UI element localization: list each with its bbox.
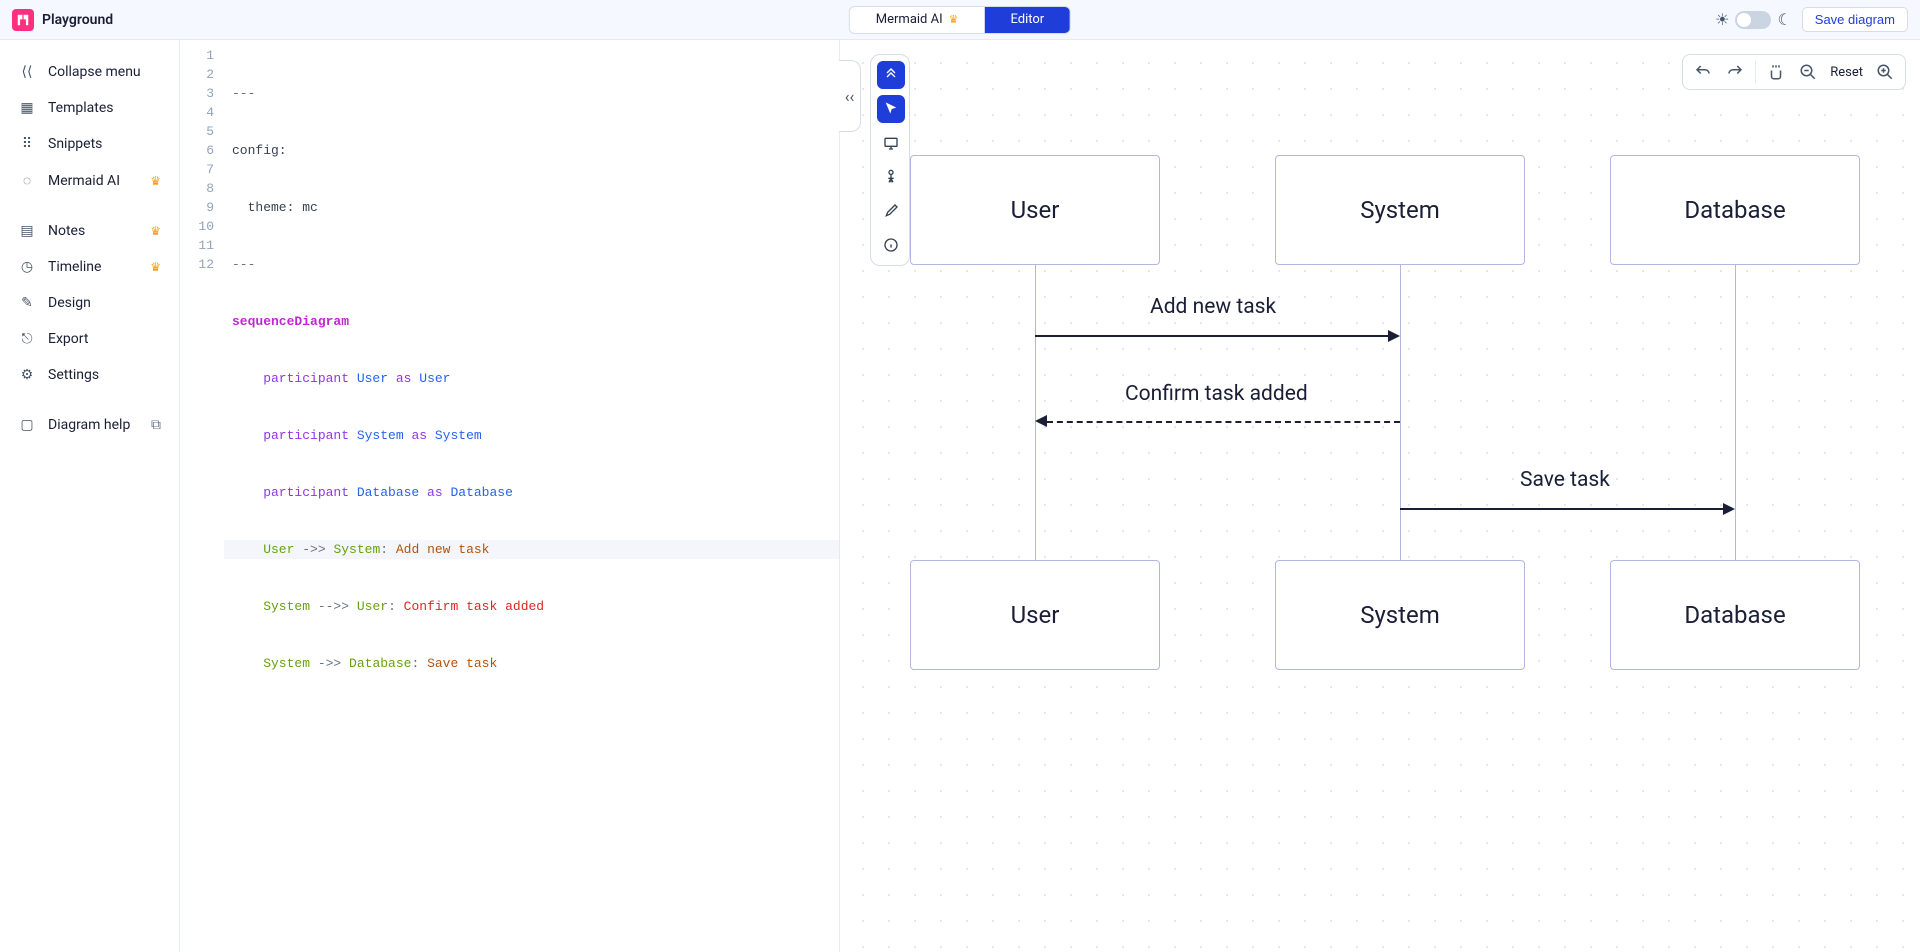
sidebar-templates[interactable]: ▦ Templates: [0, 90, 179, 126]
diagram-canvas[interactable]: ‹‹: [840, 40, 1920, 952]
export-icon: ⎋: [18, 331, 36, 347]
sidebar-diagram-help[interactable]: ▢ Diagram help ⧉: [0, 407, 179, 443]
sequence-diagram: User System Database Add new task User (…: [910, 155, 1031, 174]
tool-info[interactable]: [877, 231, 905, 259]
msg2-head: [1035, 415, 1047, 427]
pan-button[interactable]: [1764, 60, 1788, 84]
brush-icon: ✎: [18, 295, 36, 311]
msg3-label: Save task: [1520, 468, 1610, 492]
sun-icon: ☀: [1715, 10, 1729, 29]
reset-zoom-button[interactable]: Reset: [1828, 65, 1865, 80]
tab-ai-label: Mermaid AI: [876, 12, 943, 27]
sidebar-snippets[interactable]: ⠿ Snippets: [0, 126, 179, 162]
external-link-icon: ⧉: [151, 417, 161, 433]
actor-system-top: System: [1275, 155, 1525, 265]
grid-icon: ▦: [18, 100, 36, 116]
canvas-toolbar: [870, 54, 910, 266]
gear-icon: ⚙: [18, 367, 36, 383]
sidebar-settings[interactable]: ⚙ Settings: [0, 357, 179, 393]
sidebar-settings-label: Settings: [48, 367, 99, 383]
code-content[interactable]: --- config: theme: mc --- sequenceDiagra…: [224, 40, 839, 952]
actor-user-bottom: User: [910, 560, 1160, 670]
mode-tabs: Mermaid AI ♛ Editor: [849, 6, 1071, 34]
clock-icon: ◷: [18, 259, 36, 275]
sidebar-collapse-label: Collapse menu: [48, 64, 141, 80]
lifeline-database: [1735, 265, 1736, 560]
msg1-head: [1388, 330, 1400, 342]
sidebar-ai-label: Mermaid AI: [48, 173, 120, 189]
snippets-icon: ⠿: [18, 136, 36, 152]
tool-presentation[interactable]: [877, 129, 905, 157]
actor-database-bottom: Database: [1610, 560, 1860, 670]
app-title: Playground: [42, 12, 113, 28]
book-icon: ▢: [18, 417, 36, 433]
lifeline-system: [1400, 265, 1401, 560]
sidebar-timeline[interactable]: ◷ Timeline ♛: [0, 249, 179, 285]
tool-select[interactable]: [877, 95, 905, 123]
code-editor[interactable]: 123 456 789 101112 --- config: theme: mc…: [180, 40, 840, 952]
theme-toggle: ☀ ☾: [1715, 10, 1792, 29]
tool-person[interactable]: [877, 163, 905, 191]
tool-collapse-up[interactable]: [877, 61, 905, 89]
undo-button[interactable]: [1691, 60, 1715, 84]
tab-editor-label: Editor: [1011, 12, 1045, 27]
actor-database-top: Database: [1610, 155, 1860, 265]
notes-icon: ▤: [18, 223, 36, 239]
sidebar-notes[interactable]: ▤ Notes ♛: [0, 213, 179, 249]
lifeline-user: [1035, 265, 1036, 560]
app-logo: [12, 9, 34, 31]
msg2-arrow: [1047, 421, 1400, 423]
sidebar-timeline-label: Timeline: [48, 259, 101, 275]
sidebar-snippets-label: Snippets: [48, 136, 102, 152]
sidebar-design[interactable]: ✎ Design: [0, 285, 179, 321]
sidebar-design-label: Design: [48, 295, 91, 311]
sidebar-export[interactable]: ⎋ Export: [0, 321, 179, 357]
crown-icon: ♛: [150, 260, 161, 274]
sidebar-help-label: Diagram help: [48, 417, 130, 433]
msg1-arrow: [1035, 335, 1390, 337]
sidebar-collapse[interactable]: ⟨⟨ Collapse menu: [0, 54, 179, 90]
sidebar: ⟨⟨ Collapse menu ▦ Templates ⠿ Snippets …: [0, 40, 180, 952]
sidebar-templates-label: Templates: [48, 100, 114, 116]
tool-brush[interactable]: [877, 197, 905, 225]
zoom-in-button[interactable]: [1873, 60, 1897, 84]
save-diagram-button[interactable]: Save diagram: [1802, 7, 1908, 32]
ai-icon: ◌: [18, 172, 36, 189]
view-controls: Reset: [1682, 54, 1906, 90]
line-gutter: 123 456 789 101112: [180, 40, 224, 952]
tab-mermaid-ai[interactable]: Mermaid AI ♛: [850, 7, 985, 33]
crown-icon: ♛: [949, 13, 959, 26]
tab-editor[interactable]: Editor: [985, 7, 1071, 33]
msg3-head: [1723, 503, 1735, 515]
msg3-arrow: [1400, 508, 1725, 510]
sidebar-mermaid-ai[interactable]: ◌ Mermaid AI ♛: [0, 162, 179, 199]
zoom-out-button[interactable]: [1796, 60, 1820, 84]
actor-system-bottom: System: [1275, 560, 1525, 670]
msg1-label: Add new task: [1150, 295, 1276, 319]
moon-icon: ☾: [1777, 10, 1791, 29]
app-header: Playground Mermaid AI ♛ Editor ☀ ☾ Save …: [0, 0, 1920, 40]
sidebar-notes-label: Notes: [48, 223, 85, 239]
actor-user-top: User: [910, 155, 1160, 265]
crown-icon: ♛: [150, 174, 161, 188]
crown-icon: ♛: [150, 224, 161, 238]
collapse-icon: ⟨⟨: [18, 64, 36, 80]
theme-switch[interactable]: [1735, 11, 1771, 29]
redo-button[interactable]: [1723, 60, 1747, 84]
panel-collapse-handle[interactable]: ‹‹: [839, 60, 861, 132]
sidebar-export-label: Export: [48, 331, 88, 347]
msg2-label: Confirm task added: [1125, 382, 1308, 406]
